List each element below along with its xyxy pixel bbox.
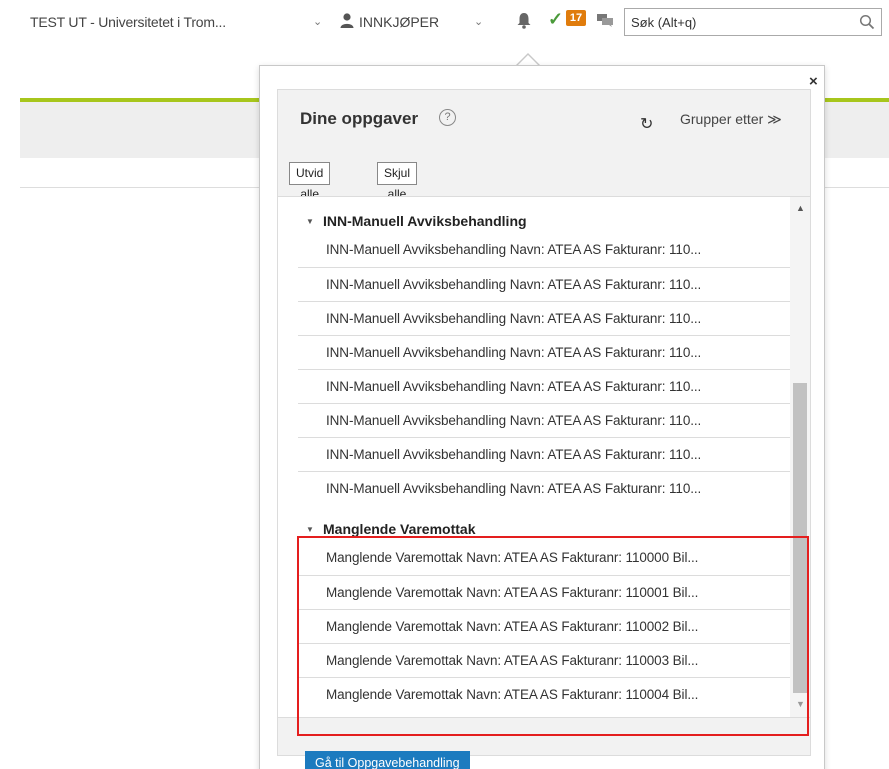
user-icon [340,13,354,28]
list-item-label: INN-Manuell Avviksbehandling Navn: ATEA … [326,481,702,496]
group-name: INN-Manuell Avviksbehandling [323,213,527,229]
list-item[interactable]: INN-Manuell Avviksbehandling Navn: ATEA … [298,403,790,437]
list-item[interactable]: INN-Manuell Avviksbehandling Navn: ATEA … [298,369,790,403]
collapse-all-button[interactable]: Skjul alle [377,162,418,201]
chevron-down-icon[interactable]: ⌄ [474,15,483,28]
list-item[interactable]: Manglende Varemottak Navn: ATEA AS Faktu… [298,643,790,677]
task-count-badge[interactable]: 17 [566,10,586,26]
chevron-down-icon[interactable]: ⌄ [313,15,322,28]
search-icon[interactable] [859,14,875,30]
task-list[interactable]: ▼ INN-Manuell Avviksbehandling INN-Manue… [278,196,810,718]
list-item-label: Manglende Varemottak Navn: ATEA AS Faktu… [326,619,699,634]
close-button[interactable]: × [809,73,818,90]
group-header-inn-manuell[interactable]: ▼ INN-Manuell Avviksbehandling [278,207,790,235]
list-item-label: Manglende Varemottak Navn: ATEA AS Faktu… [326,585,699,600]
bell-icon[interactable] [516,12,532,29]
scroll-down-arrow-icon[interactable]: ▼ [796,699,805,709]
refresh-icon[interactable]: ↻ [640,114,653,134]
tasks-check-icon[interactable]: ✓ [548,9,563,30]
organization-selector[interactable]: TEST UT - Universitetet i Trom... [30,14,226,30]
panel-title: Dine oppgaver [300,109,419,128]
list-item-label: INN-Manuell Avviksbehandling Navn: ATEA … [326,379,702,394]
list-item-label: INN-Manuell Avviksbehandling Navn: ATEA … [326,447,702,462]
role-selector[interactable]: INNKJØPER [359,14,439,30]
list-item[interactable]: INN-Manuell Avviksbehandling Navn: ATEA … [298,437,790,471]
list-item[interactable]: Manglende Varemottak Navn: ATEA AS Faktu… [298,541,790,575]
collapse-triangle-icon[interactable]: ▼ [306,525,314,534]
list-item[interactable]: INN-Manuell Avviksbehandling Navn: ATEA … [298,267,790,301]
list-item-label: INN-Manuell Avviksbehandling Navn: ATEA … [326,311,702,326]
list-item[interactable]: Manglende Varemottak Navn: ATEA AS Faktu… [298,677,790,711]
list-item-label: Manglende Varemottak Navn: ATEA AS Faktu… [326,687,699,702]
scrollbar-thumb[interactable] [793,383,807,693]
group-name: Manglende Varemottak [323,521,476,537]
list-item-label: INN-Manuell Avviksbehandling Navn: ATEA … [326,413,702,428]
group-header-manglende-varemottak[interactable]: ▼ Manglende Varemottak [278,515,790,543]
list-item[interactable]: Manglende Varemottak Navn: ATEA AS Faktu… [298,609,790,643]
list-item[interactable]: Manglende Varemottak Navn: ATEA AS Faktu… [298,575,790,609]
list-item-label: Manglende Varemottak Navn: ATEA AS Faktu… [326,653,699,668]
group-by-button[interactable]: Grupper etter ≫ [680,111,782,128]
top-bar: TEST UT - Universitetet i Trom... ⌄ INNK… [0,0,889,44]
list-item-label: INN-Manuell Avviksbehandling Navn: ATEA … [326,242,702,257]
goto-task-handling-button[interactable]: Gå til Oppgavebehandling [305,751,470,769]
search-box [624,8,882,36]
list-item[interactable]: INN-Manuell Avviksbehandling Navn: ATEA … [298,301,790,335]
tasks-popup: × Dine oppgaver ? ↻ Grupper etter ≫ Utvi… [259,65,825,769]
search-input[interactable] [631,12,851,32]
list-item-label: INN-Manuell Avviksbehandling Navn: ATEA … [326,345,702,360]
help-icon[interactable]: ? [439,109,456,126]
scrollbar[interactable]: ▲ ▼ [790,197,810,717]
chat-icon[interactable] [597,14,613,27]
list-item[interactable]: INN-Manuell Avviksbehandling Navn: ATEA … [298,471,790,505]
list-item[interactable]: INN-Manuell Avviksbehandling Navn: ATEA … [298,233,790,267]
list-item[interactable]: INN-Manuell Avviksbehandling Navn: ATEA … [298,335,790,369]
expand-all-button[interactable]: Utvid alle [289,162,331,201]
list-item-label: Manglende Varemottak Navn: ATEA AS Faktu… [326,550,699,565]
scroll-up-arrow-icon[interactable]: ▲ [796,203,805,213]
collapse-triangle-icon[interactable]: ▼ [306,217,314,226]
list-item-label: INN-Manuell Avviksbehandling Navn: ATEA … [326,277,702,292]
tasks-panel: Dine oppgaver ? ↻ Grupper etter ≫ Utvid … [277,89,811,769]
